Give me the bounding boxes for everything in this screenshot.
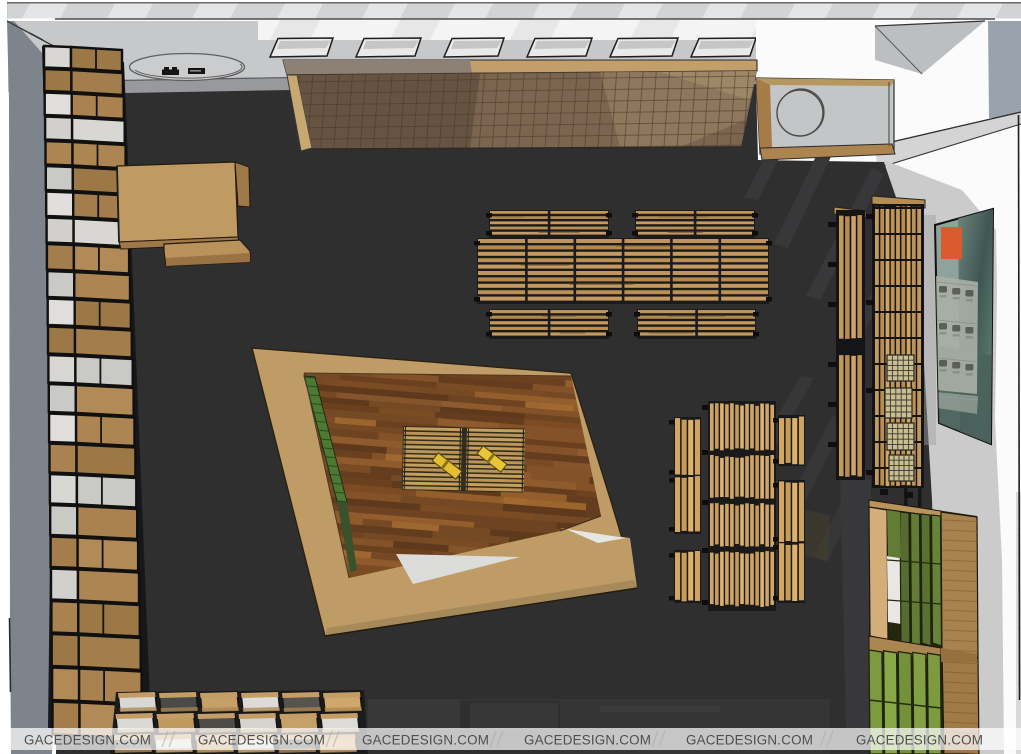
svg-text:GACEDESIGN.COM: GACEDESIGN.COM xyxy=(362,733,489,748)
svg-text:GACEDESIGN.COM: GACEDESIGN.COM xyxy=(686,733,813,748)
svg-text:GACEDESIGN.COM: GACEDESIGN.COM xyxy=(524,733,651,748)
svg-text:GACEDESIGN.COM: GACEDESIGN.COM xyxy=(198,733,325,748)
svg-text:GACEDESIGN.COM: GACEDESIGN.COM xyxy=(24,733,151,748)
svg-text:GACEDESIGN.COM: GACEDESIGN.COM xyxy=(856,733,983,748)
